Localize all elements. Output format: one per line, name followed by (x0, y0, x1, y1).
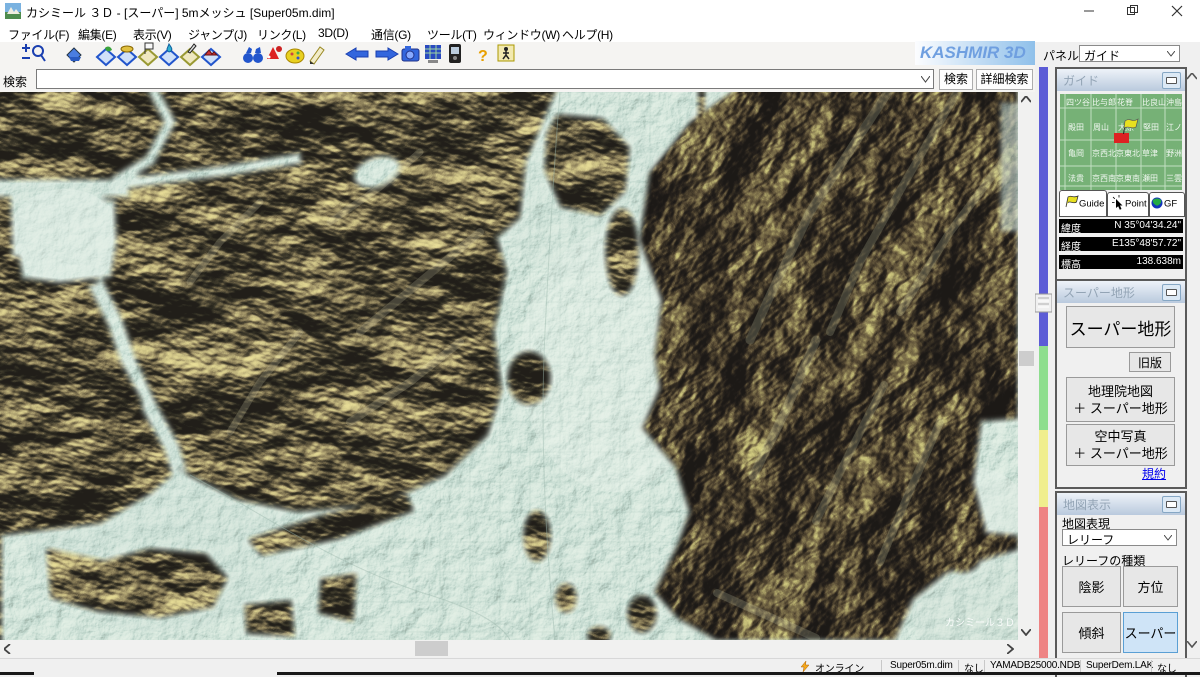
svg-text:京西北: 京西北 (1092, 148, 1116, 158)
svg-text:瀬田: 瀬田 (1142, 173, 1158, 183)
svg-text:花脊: 花脊 (1117, 97, 1133, 107)
svg-text:京西南: 京西南 (1092, 173, 1116, 183)
svg-text:Point: Point (1125, 199, 1147, 210)
svg-text:比与郎: 比与郎 (1092, 97, 1116, 107)
svg-text:京東北: 京東北 (1116, 148, 1140, 158)
svg-text:GF: GF (1164, 199, 1177, 210)
svg-text:比良山: 比良山 (1142, 97, 1166, 107)
svg-text:カシミール３Ｄ: カシミール３Ｄ (945, 617, 1015, 629)
svg-text:沖島: 沖島 (1166, 97, 1182, 107)
svg-text:殿田: 殿田 (1068, 123, 1084, 132)
svg-text:京東南: 京東南 (1116, 173, 1140, 183)
svg-text:亀岡: 亀岡 (1068, 148, 1084, 158)
svg-text:堅田: 堅田 (1143, 123, 1159, 132)
svg-text:四ツ谷: 四ツ谷 (1066, 98, 1090, 107)
svg-text:野洲: 野洲 (1166, 149, 1182, 158)
svg-text:草津: 草津 (1142, 148, 1158, 158)
svg-text:江ノ: 江ノ (1166, 123, 1182, 132)
svg-text:Guide: Guide (1079, 199, 1104, 210)
svg-text:周山: 周山 (1093, 122, 1109, 132)
svg-text:?: ? (478, 48, 488, 65)
svg-text:三雲: 三雲 (1166, 174, 1182, 183)
svg-text:法貴: 法貴 (1068, 173, 1084, 183)
